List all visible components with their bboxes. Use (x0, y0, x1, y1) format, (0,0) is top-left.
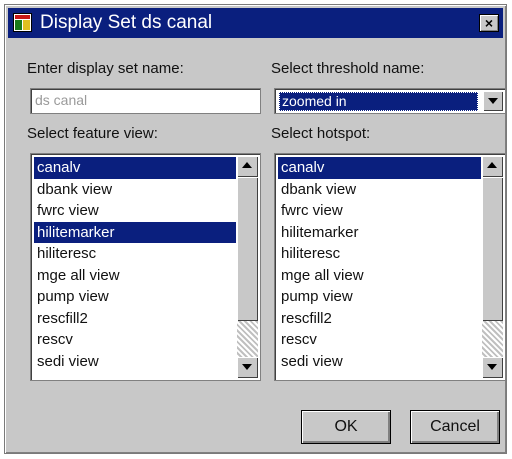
scroll-thumb[interactable] (482, 177, 503, 321)
display-set-dialog: Display Set ds canal × Enter display set… (4, 4, 507, 454)
feature-view-list[interactable]: canalv dbank view fwrc view hilitemarker hil… (30, 153, 261, 381)
list-item[interactable]: dbank view (34, 179, 236, 201)
title-bar[interactable]: Display Set ds canal × (8, 8, 503, 38)
list-item[interactable]: dbank view (278, 179, 481, 201)
list-item[interactable]: sedi view (34, 351, 236, 373)
list-item[interactable]: canalv (278, 157, 481, 179)
list-item[interactable]: canalv (34, 157, 236, 179)
scroll-down-button[interactable] (482, 357, 503, 378)
scroll-down-button[interactable] (237, 357, 258, 378)
dropdown-button[interactable] (483, 91, 503, 111)
list-item[interactable]: rescv (278, 329, 481, 351)
hotspot-scrollbar[interactable] (482, 156, 503, 378)
list-item[interactable]: fwrc view (34, 200, 236, 222)
list-item[interactable]: rescv (34, 329, 236, 351)
list-item[interactable]: mge all view (278, 265, 481, 287)
arrow-up-icon (487, 162, 497, 168)
arrow-up-icon (242, 162, 252, 168)
cancel-button[interactable]: Cancel (410, 410, 500, 444)
feature-view-label: Select feature view: (27, 125, 158, 142)
list-item[interactable]: hiliteresc (278, 243, 481, 265)
hotspot-items: canalv dbank view fwrc view hilitemarker hil… (278, 157, 481, 372)
scroll-track[interactable] (482, 321, 503, 357)
threshold-selected-value: zoomed in (279, 92, 478, 111)
threshold-name-label: Select threshold name: (271, 60, 425, 77)
display-set-name-value: ds canal (35, 92, 88, 108)
window-title: Display Set ds canal (40, 12, 213, 33)
list-item[interactable]: sedi view (278, 351, 481, 373)
list-item[interactable]: fwrc view (278, 200, 481, 222)
scroll-up-button[interactable] (237, 156, 258, 177)
list-item[interactable]: rescfill2 (278, 308, 481, 330)
list-item[interactable]: mge all view (34, 265, 236, 287)
list-item[interactable]: pump view (34, 286, 236, 308)
hotspot-list[interactable]: canalv dbank view fwrc view hilitemarker hil… (274, 153, 506, 381)
list-item[interactable]: hilitemarker (34, 221, 236, 243)
display-set-name-label: Enter display set name: (27, 60, 184, 77)
close-button[interactable]: × (479, 14, 499, 32)
scroll-track[interactable] (237, 321, 258, 357)
ok-button[interactable]: OK (301, 410, 391, 444)
app-icon (13, 13, 32, 32)
list-item[interactable]: hilitemarker (278, 222, 481, 244)
threshold-dropdown[interactable]: zoomed in (274, 88, 506, 114)
hotspot-label: Select hotspot: (271, 125, 371, 142)
scroll-up-button[interactable] (482, 156, 503, 177)
scroll-thumb[interactable] (237, 177, 258, 321)
list-item[interactable]: pump view (278, 286, 481, 308)
arrow-down-icon (242, 364, 252, 370)
feature-view-items: canalv dbank view fwrc view hilitemarker hil… (34, 157, 236, 372)
close-icon: × (484, 15, 494, 31)
chevron-down-icon (488, 98, 498, 104)
arrow-down-icon (487, 364, 497, 370)
list-item[interactable]: rescfill2 (34, 308, 236, 330)
display-set-name-field[interactable]: ds canal (30, 88, 261, 114)
list-item[interactable]: hiliteresc (34, 243, 236, 265)
feature-view-scrollbar[interactable] (237, 156, 258, 378)
